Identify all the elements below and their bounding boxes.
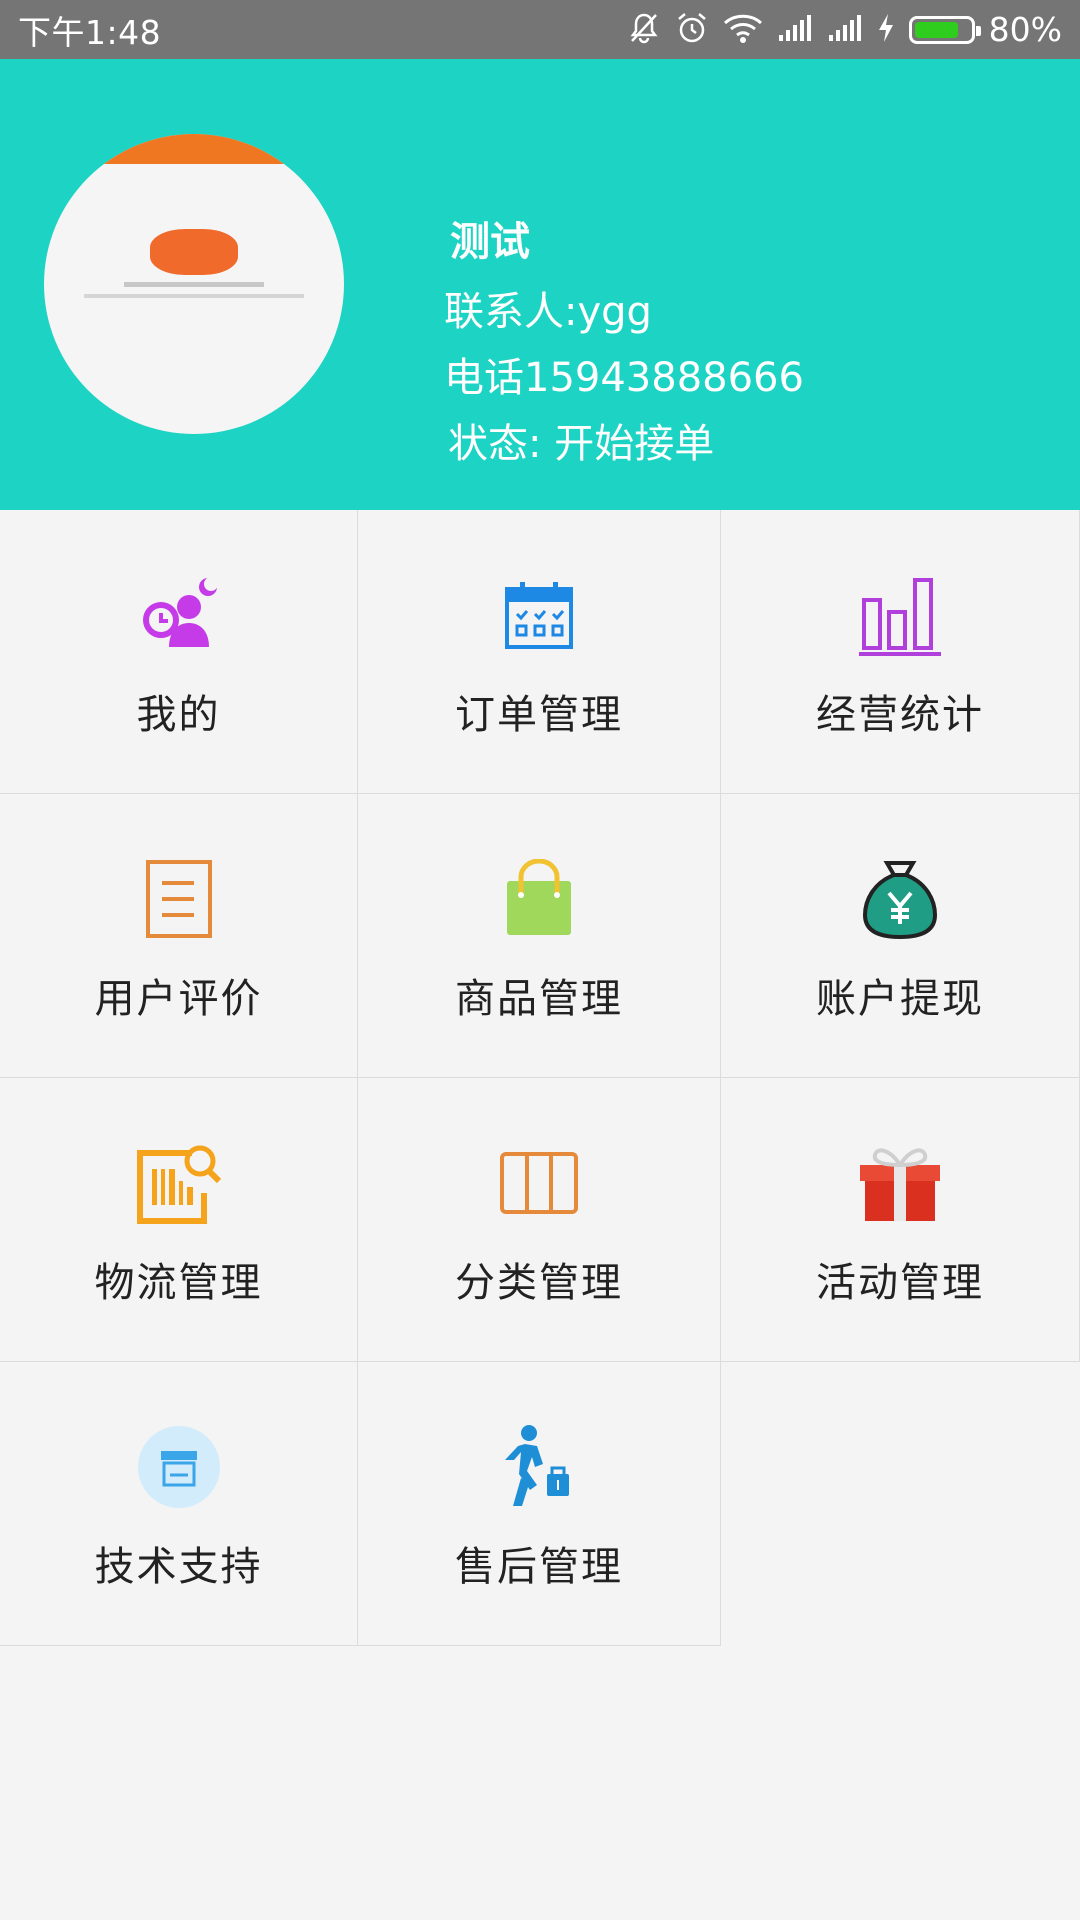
menu-empty-slot bbox=[721, 1362, 1080, 1646]
menu-item-account-withdrawal[interactable]: 账户提现 bbox=[721, 794, 1080, 1078]
menu-item-business-statistics[interactable]: 经营统计 bbox=[721, 510, 1080, 794]
status-bar: 下午1:48 80% bbox=[0, 0, 1080, 59]
profile-header: 测试 联系人:ygg 电话15943888666 状态: 开始接单 bbox=[0, 59, 1080, 510]
store-icon bbox=[129, 1422, 229, 1512]
store-info: 测试 联系人:ygg 电话15943888666 状态: 开始接单 bbox=[444, 209, 804, 477]
money-bag-icon bbox=[850, 854, 950, 944]
menu-label: 技术支持 bbox=[94, 1544, 263, 1590]
walking-person-icon bbox=[489, 1422, 589, 1512]
document-icon bbox=[129, 854, 229, 944]
menu-item-activity-management[interactable]: 活动管理 bbox=[721, 1078, 1080, 1362]
contact-person: 联系人:ygg bbox=[444, 289, 652, 335]
menu-label: 我的 bbox=[136, 692, 221, 738]
battery-icon bbox=[908, 15, 981, 44]
menu-label: 账户提现 bbox=[816, 976, 984, 1022]
shopping-bag-icon bbox=[489, 854, 589, 944]
menu-grid: 我的 订单管理 经营统计 用户评价 商品管理 账户提现 物流管理 分类管理 活动… bbox=[0, 510, 1080, 1646]
menu-item-mine[interactable]: 我的 bbox=[0, 510, 358, 794]
bell-off-icon bbox=[627, 11, 661, 49]
menu-item-category-management[interactable]: 分类管理 bbox=[358, 1078, 721, 1362]
battery-percent: 80% bbox=[988, 10, 1062, 49]
store-name: 测试 bbox=[450, 219, 530, 265]
user-profile-icon bbox=[129, 570, 229, 660]
menu-label: 活动管理 bbox=[816, 1260, 984, 1306]
bar-chart-icon bbox=[850, 570, 950, 660]
alarm-icon bbox=[675, 11, 709, 49]
menu-item-order-management[interactable]: 订单管理 bbox=[358, 510, 721, 794]
menu-item-after-sales-management[interactable]: 售后管理 bbox=[358, 1362, 721, 1646]
signal-icon bbox=[777, 13, 813, 47]
signal-icon bbox=[827, 13, 863, 47]
menu-item-product-management[interactable]: 商品管理 bbox=[358, 794, 721, 1078]
menu-label: 商品管理 bbox=[455, 976, 623, 1022]
menu-label: 经营统计 bbox=[816, 692, 984, 738]
barcode-search-icon bbox=[129, 1138, 229, 1228]
gift-icon bbox=[850, 1138, 950, 1228]
phone-number: 电话15943888666 bbox=[444, 355, 804, 401]
calendar-icon bbox=[489, 570, 589, 660]
menu-label: 订单管理 bbox=[455, 692, 623, 738]
menu-item-user-reviews[interactable]: 用户评价 bbox=[0, 794, 358, 1078]
wifi-icon bbox=[723, 11, 763, 49]
menu-label: 分类管理 bbox=[455, 1260, 623, 1306]
menu-label: 售后管理 bbox=[455, 1544, 623, 1590]
columns-icon bbox=[489, 1138, 589, 1228]
store-avatar[interactable] bbox=[44, 134, 344, 434]
status-icons: 80% bbox=[627, 10, 1062, 49]
charging-icon bbox=[877, 13, 895, 47]
menu-item-logistics-management[interactable]: 物流管理 bbox=[0, 1078, 358, 1362]
order-status[interactable]: 状态: 开始接单 bbox=[444, 411, 804, 477]
status-time: 下午1:48 bbox=[18, 12, 162, 52]
menu-label: 物流管理 bbox=[94, 1260, 263, 1306]
menu-item-tech-support[interactable]: 技术支持 bbox=[0, 1362, 358, 1646]
menu-label: 用户评价 bbox=[94, 976, 263, 1022]
